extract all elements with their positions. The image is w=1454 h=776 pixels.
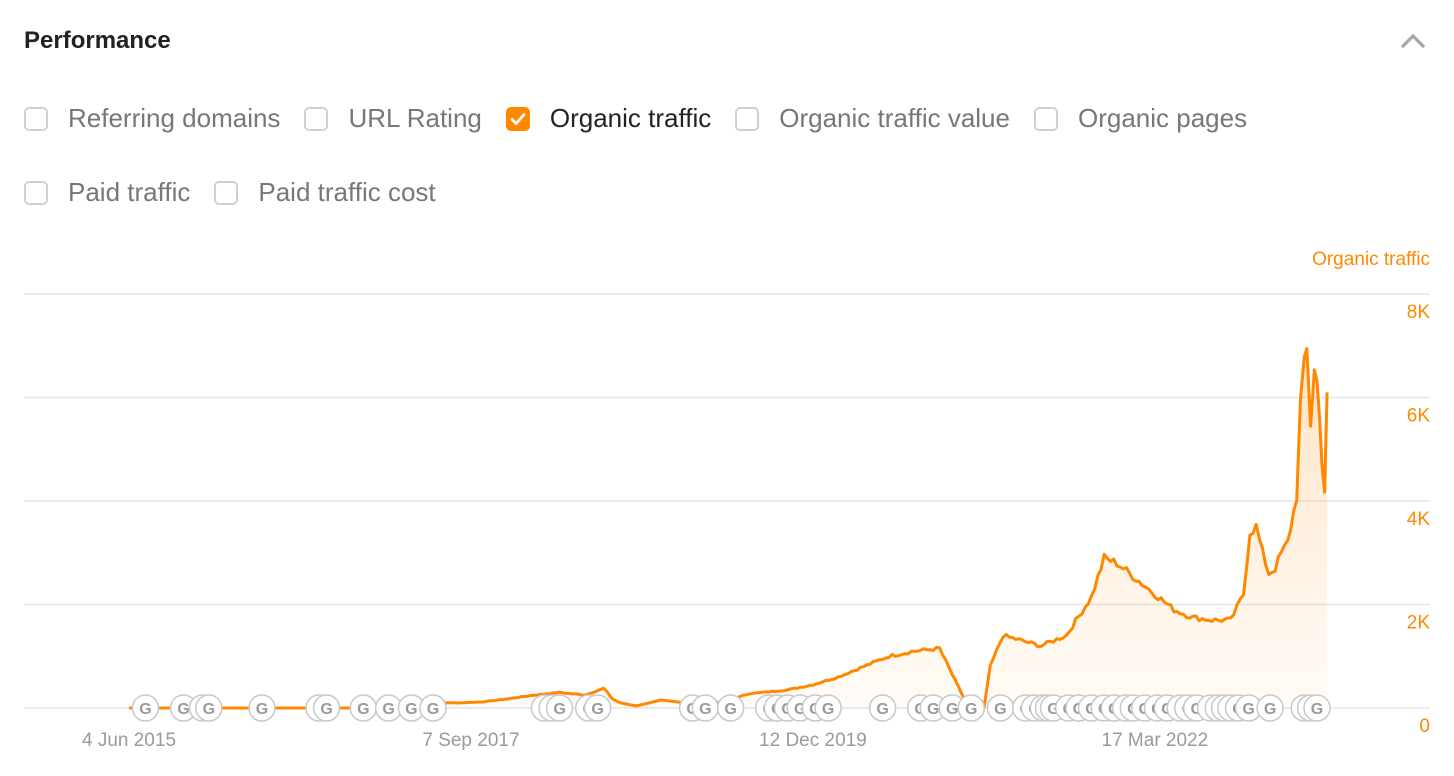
chevron-up-icon bbox=[1400, 33, 1426, 49]
google-icon: G bbox=[927, 701, 939, 718]
google-icon: G bbox=[382, 701, 394, 718]
y-tick-label: 0 bbox=[1419, 716, 1430, 737]
google-icon: G bbox=[946, 701, 958, 718]
checkbox[interactable] bbox=[24, 180, 48, 205]
google-update-marker: G bbox=[583, 694, 612, 722]
google-update-marker: G bbox=[195, 694, 223, 722]
google-update-marker: G bbox=[814, 694, 842, 722]
metric-paid-traffic-cost[interactable]: Paid traffic cost bbox=[214, 177, 436, 208]
google-icon: G bbox=[822, 701, 834, 718]
series-area bbox=[129, 348, 1328, 708]
checkbox[interactable] bbox=[735, 106, 760, 131]
google-update-marker: G bbox=[349, 694, 378, 722]
organic-traffic-chart: 0 2K 4K 6K 8K 4 Jun 2015 7 Sep 2017 12 Dec 201… bbox=[24, 293, 1431, 751]
y-tick-label: 4K bbox=[1407, 509, 1431, 530]
google-update-marker: G bbox=[716, 694, 745, 722]
checkbox[interactable] bbox=[505, 106, 530, 131]
google-icon: G bbox=[320, 701, 332, 718]
google-update-marker: G bbox=[312, 694, 341, 722]
metric-referring-domains[interactable]: Referring domains bbox=[24, 103, 280, 134]
checkmark-icon bbox=[510, 112, 526, 125]
google-icon: G bbox=[699, 701, 711, 718]
google-icon: G bbox=[177, 701, 189, 718]
google-update-marker: G bbox=[691, 694, 720, 722]
google-icon: G bbox=[876, 701, 888, 718]
google-update-marker: G bbox=[419, 694, 447, 722]
metric-organic-traffic[interactable]: Organic traffic bbox=[505, 103, 712, 134]
google-update-marker: G bbox=[1303, 694, 1331, 722]
google-icon: G bbox=[1311, 701, 1323, 718]
metric-paid-traffic[interactable]: Paid traffic bbox=[24, 177, 190, 208]
google-icon: G bbox=[203, 701, 215, 718]
metric-label: Organic pages bbox=[1077, 103, 1248, 133]
section-title: Performance bbox=[24, 27, 171, 54]
x-tick-label: 12 Dec 2019 bbox=[759, 730, 867, 751]
metric-label: Organic traffic value bbox=[779, 103, 1010, 133]
collapse-button[interactable] bbox=[1398, 30, 1428, 52]
y-tick-label: 8K bbox=[1407, 302, 1431, 323]
checkbox[interactable] bbox=[214, 180, 239, 205]
x-tick-label: 7 Sep 2017 bbox=[422, 730, 519, 751]
metric-label: Paid traffic cost bbox=[258, 177, 436, 207]
x-tick-label: 17 Mar 2022 bbox=[1102, 730, 1209, 751]
google-update-marker: G bbox=[986, 694, 1015, 722]
google-icon: G bbox=[1264, 701, 1276, 718]
y-tick-label: 2K bbox=[1407, 613, 1431, 634]
google-update-marker: G bbox=[248, 694, 276, 722]
google-icon: G bbox=[405, 701, 417, 718]
google-icon: G bbox=[553, 701, 565, 718]
metric-organic-pages[interactable]: Organic pages bbox=[1033, 103, 1248, 134]
metric-label: URL Rating bbox=[348, 103, 482, 133]
metric-label: Paid traffic bbox=[68, 177, 191, 207]
google-icon: G bbox=[256, 701, 268, 718]
metric-url-rating[interactable]: URL Rating bbox=[304, 103, 482, 134]
checkbox[interactable] bbox=[24, 106, 48, 131]
metric-organic-traffic-value[interactable]: Organic traffic value bbox=[735, 103, 1010, 134]
checkbox[interactable] bbox=[304, 106, 329, 131]
google-update-marker: G bbox=[957, 694, 985, 722]
google-icon: G bbox=[357, 701, 369, 718]
google-update-marker: G bbox=[1256, 694, 1284, 722]
metric-options-row-1: Referring domains URL Rating Organic tra… bbox=[24, 103, 1271, 134]
google-icon: G bbox=[427, 701, 439, 718]
google-update-marker: G bbox=[545, 694, 574, 722]
google-icon: G bbox=[139, 701, 151, 718]
google-icon: G bbox=[724, 701, 736, 718]
metric-label: Organic traffic bbox=[549, 103, 712, 133]
google-update-marker: G bbox=[868, 694, 897, 722]
metric-options-row-2: Paid traffic Paid traffic cost bbox=[24, 177, 460, 208]
google-icon: G bbox=[591, 701, 603, 718]
google-icon: G bbox=[965, 701, 977, 718]
google-icon: G bbox=[994, 701, 1006, 718]
y-tick-label: 6K bbox=[1407, 406, 1431, 427]
x-tick-label: 4 Jun 2015 bbox=[82, 730, 176, 751]
checkbox[interactable] bbox=[1033, 106, 1058, 131]
metric-label: Referring domains bbox=[68, 103, 281, 133]
google-icon: G bbox=[1242, 701, 1254, 718]
google-update-marker: G bbox=[131, 694, 160, 722]
